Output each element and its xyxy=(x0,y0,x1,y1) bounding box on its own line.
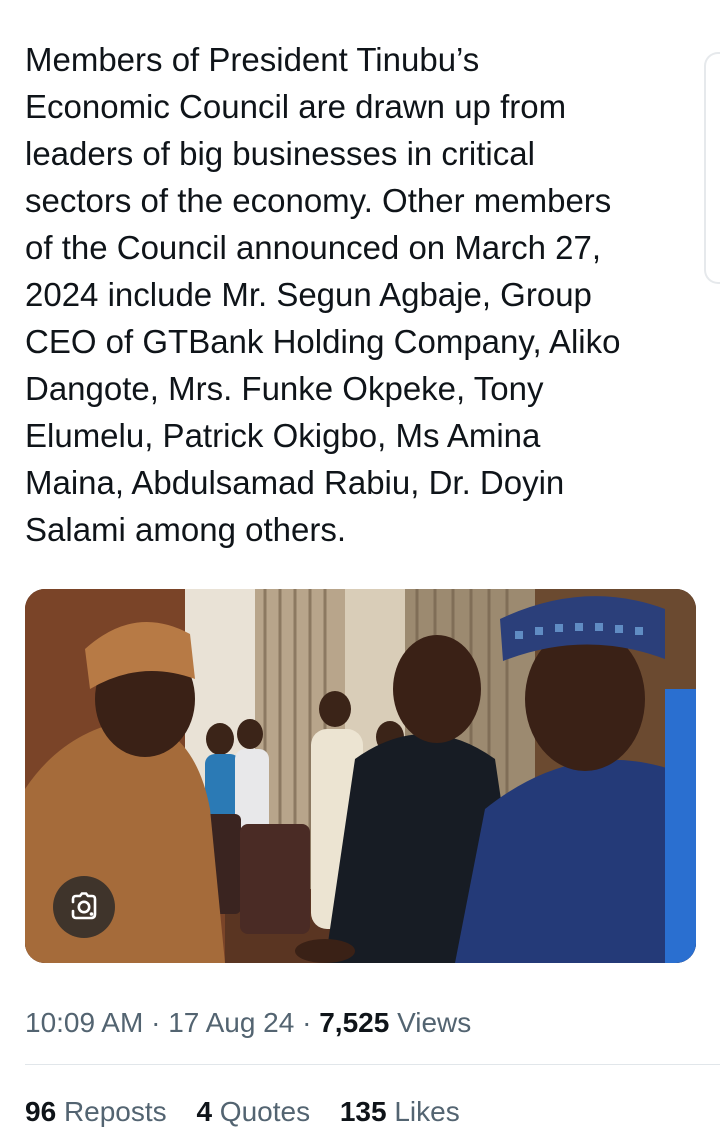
views-count: 7,525 xyxy=(319,1007,390,1038)
tweet-meta: 10:09 AM · 17 Aug 24 · 7,525 Views xyxy=(25,1003,471,1043)
google-lens-button[interactable] xyxy=(53,876,115,938)
meta-separator: · xyxy=(294,1007,320,1038)
reposts-stat[interactable]: 96 Reposts xyxy=(25,1096,167,1127)
likes-label: Likes xyxy=(394,1096,460,1127)
tweet-text: Members of President Tinubu’s Economic C… xyxy=(25,41,621,548)
quotes-count: 4 xyxy=(196,1096,213,1127)
quotes-stat[interactable]: 4 Quotes xyxy=(196,1096,310,1127)
tweet-date[interactable]: 17 Aug 24 xyxy=(168,1007,294,1038)
engagement-stats: 96 Reposts 4 Quotes 135 Likes xyxy=(25,1092,482,1132)
likes-count: 135 xyxy=(339,1096,387,1127)
reposts-label: Reposts xyxy=(63,1096,167,1127)
photo-illustration xyxy=(25,589,696,963)
divider xyxy=(25,1064,720,1065)
google-lens-icon xyxy=(71,892,97,920)
side-panel-edge xyxy=(704,52,720,284)
quotes-label: Quotes xyxy=(219,1096,311,1127)
tweet-time[interactable]: 10:09 AM xyxy=(25,1007,143,1038)
tweet-photo[interactable] xyxy=(25,589,696,963)
views-label: Views xyxy=(397,1007,472,1038)
meta-separator: · xyxy=(143,1007,169,1038)
likes-stat[interactable]: 135 Likes xyxy=(340,1096,460,1127)
reposts-count: 96 xyxy=(25,1096,57,1127)
